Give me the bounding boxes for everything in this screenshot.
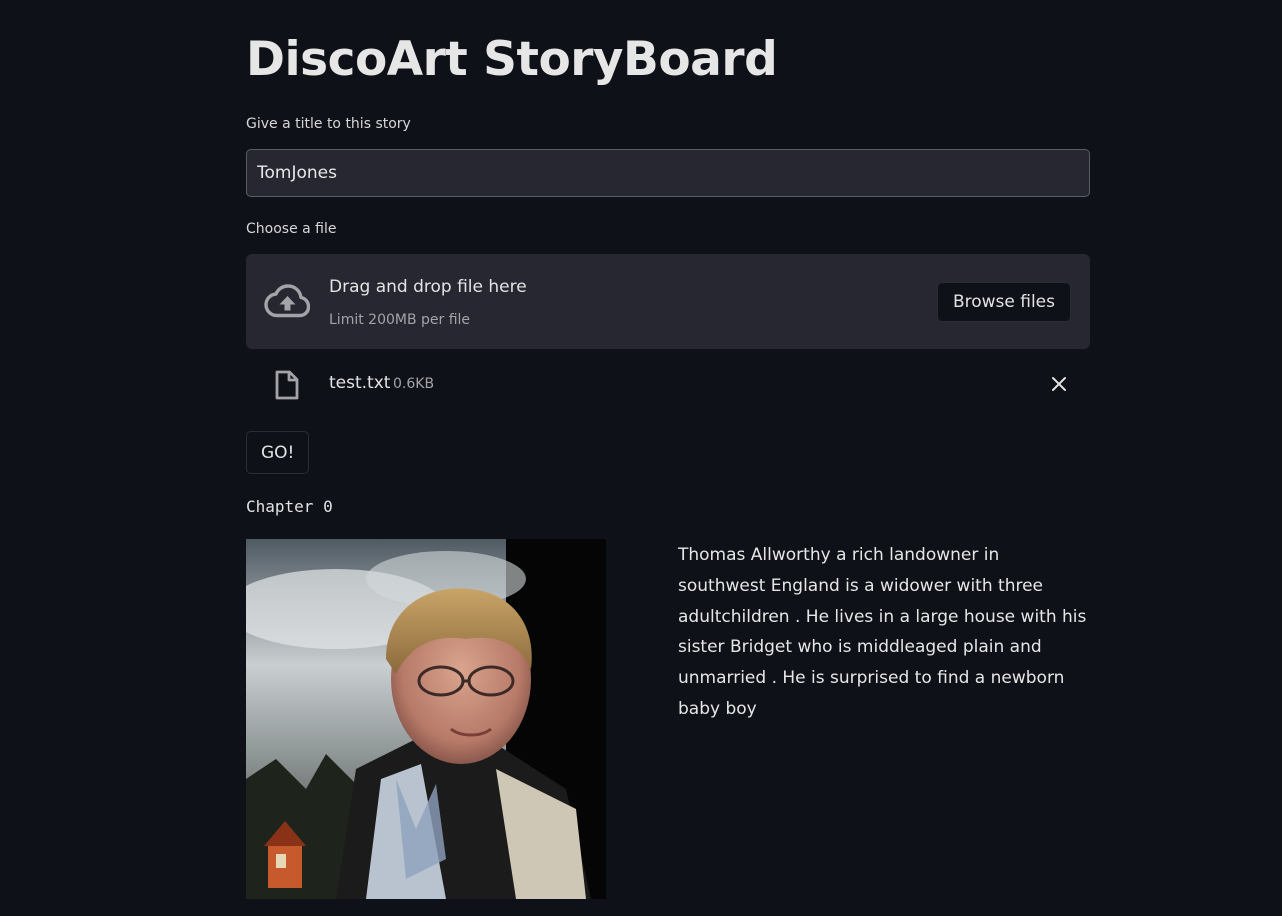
uploaded-file-item: test.txt 0.6KB bbox=[246, 360, 1090, 408]
cloud-upload-icon bbox=[264, 284, 310, 318]
file-uploader-label: Choose a file bbox=[246, 221, 337, 237]
dropzone-limit: Limit 200MB per file bbox=[329, 312, 471, 328]
uploaded-file-name: test.txt bbox=[329, 373, 391, 393]
chapter-text: Thomas Allworthy a rich landowner in sou… bbox=[678, 545, 1087, 719]
chapter-illustration bbox=[246, 539, 606, 899]
chapter-heading: Chapter 0 bbox=[246, 497, 333, 516]
browse-files-button[interactable]: Browse files bbox=[936, 282, 1071, 322]
file-dropzone[interactable]: Drag and drop file here Limit 200MB per … bbox=[246, 254, 1090, 349]
app-page: DiscoArt StoryBoard Give a title to this… bbox=[0, 0, 1282, 916]
dropzone-instruction: Drag and drop file here bbox=[329, 277, 527, 297]
page-title: DiscoArt StoryBoard bbox=[246, 32, 778, 87]
close-icon[interactable] bbox=[1048, 373, 1070, 395]
story-title-input[interactable] bbox=[246, 149, 1090, 197]
uploaded-file-size: 0.6KB bbox=[393, 376, 435, 392]
file-icon bbox=[275, 370, 299, 400]
story-title-label: Give a title to this story bbox=[246, 116, 411, 132]
go-button[interactable]: GO! bbox=[246, 431, 310, 474]
